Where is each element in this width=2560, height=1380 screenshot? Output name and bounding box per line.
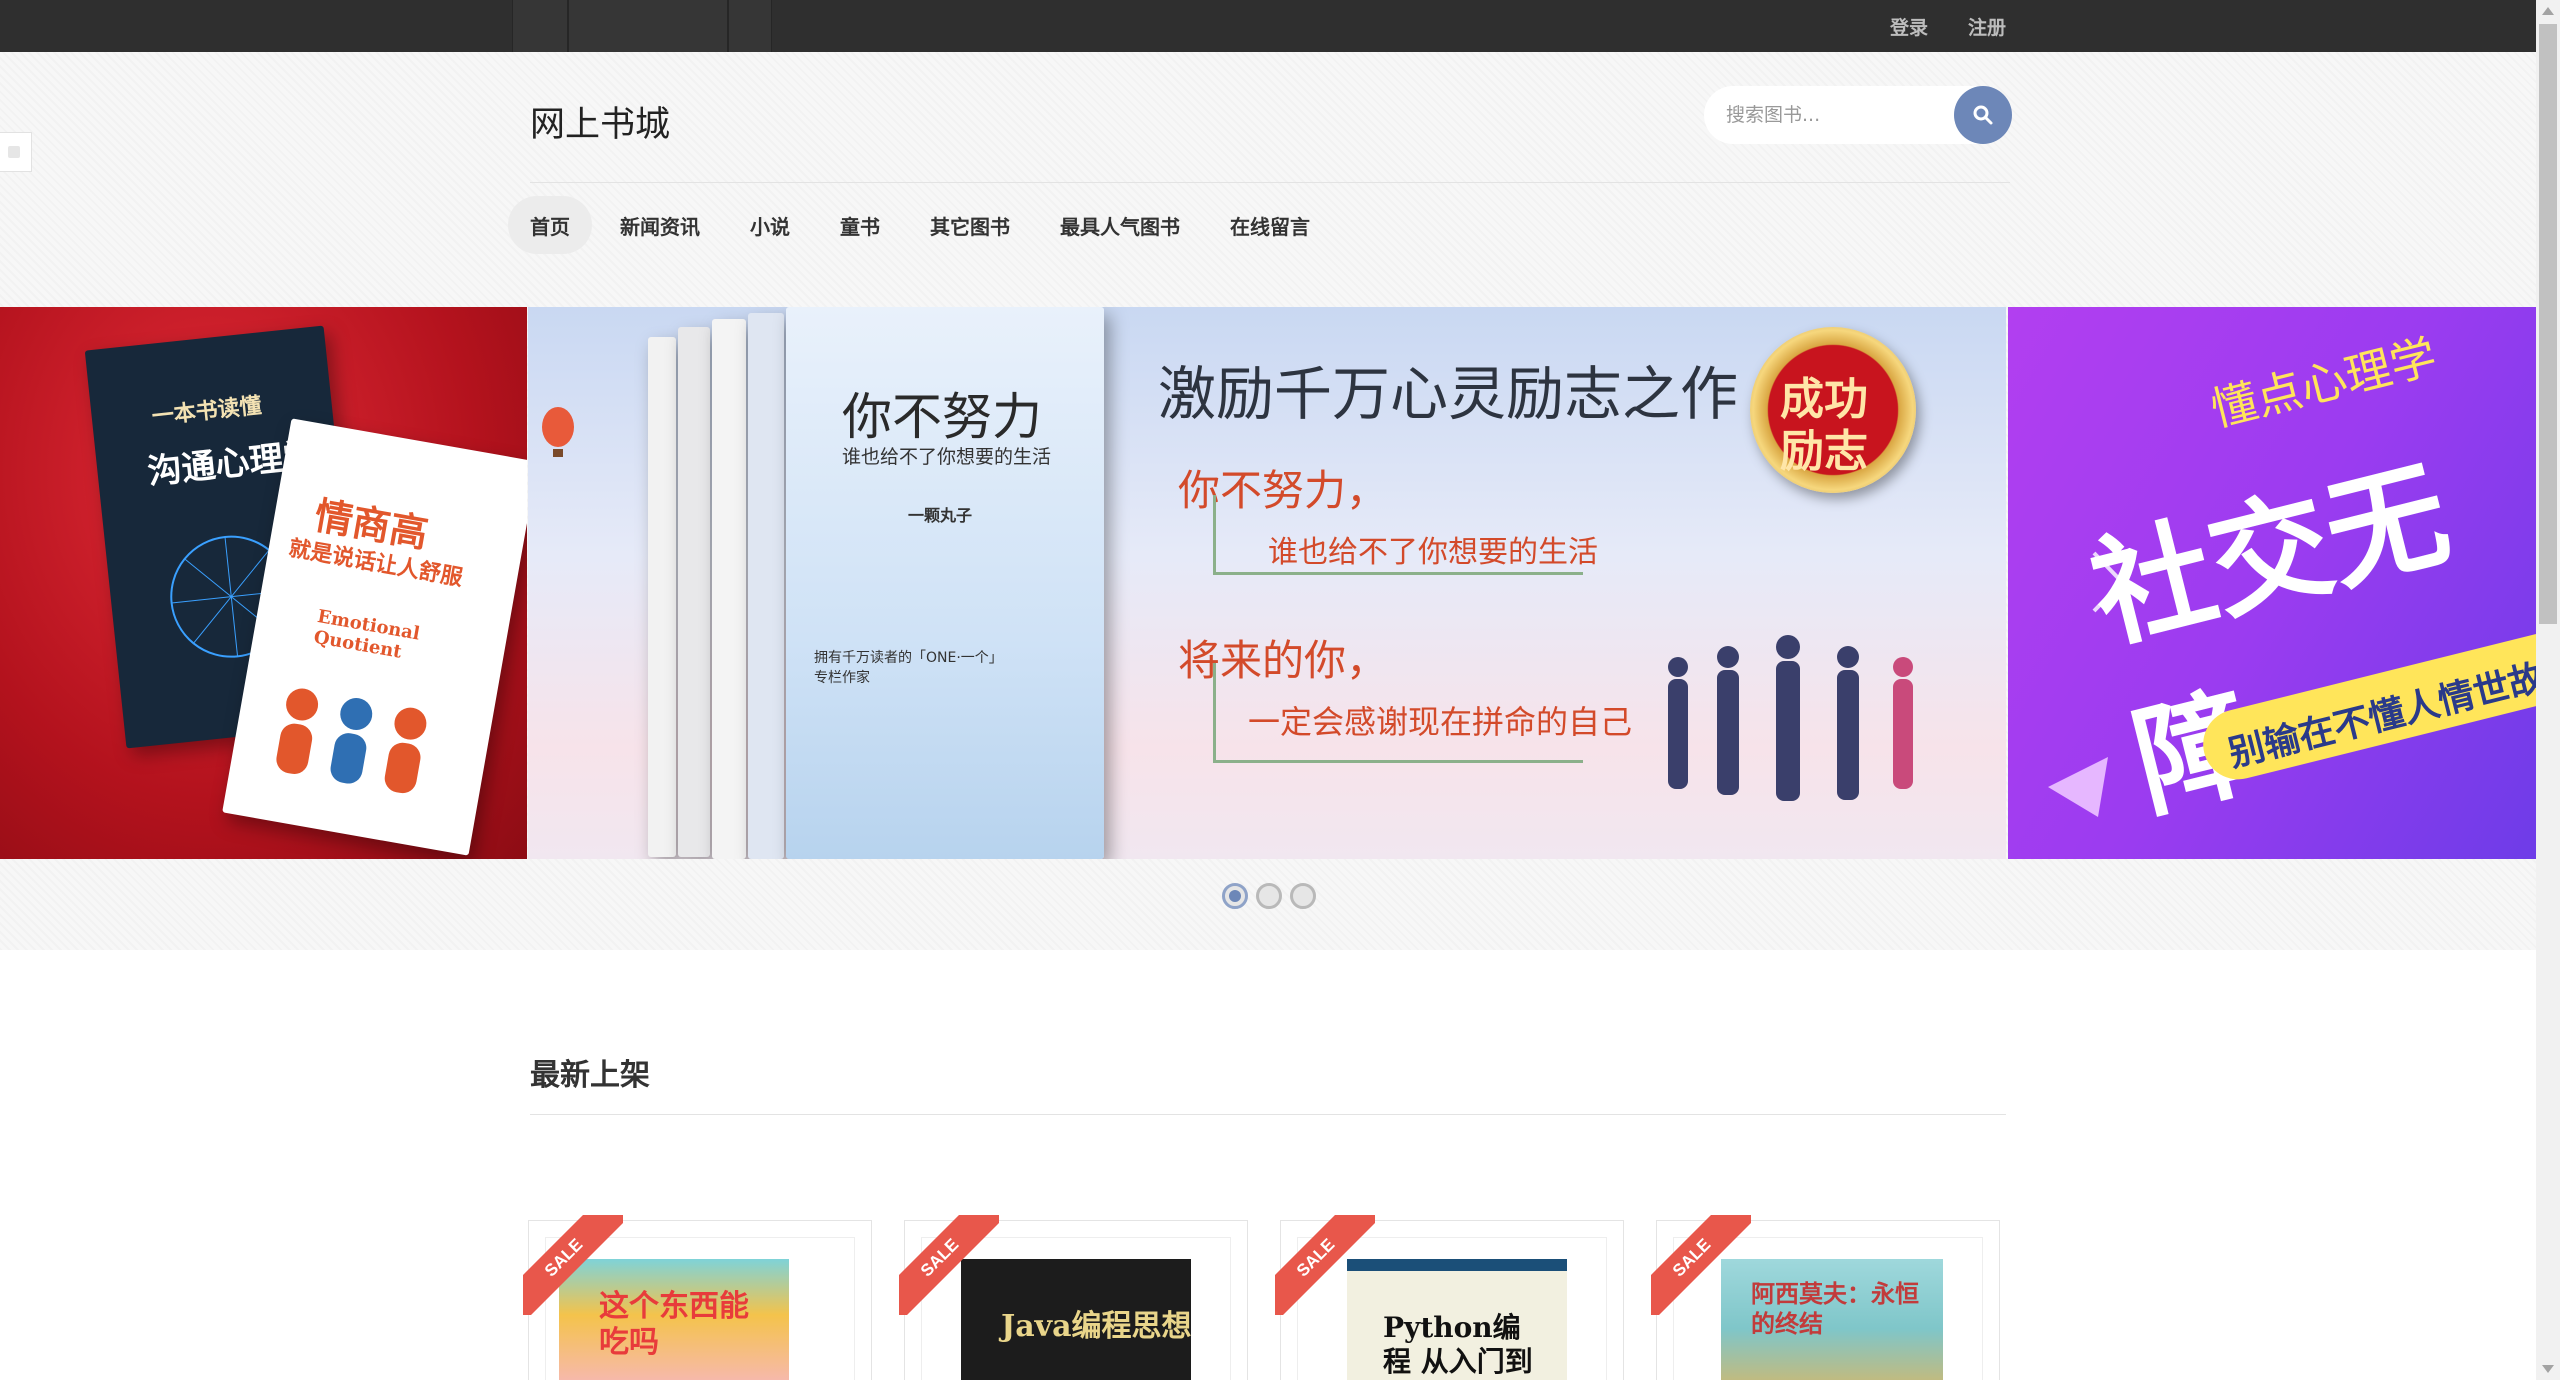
sale-ribbon: SALE	[899, 1215, 999, 1315]
sale-label: SALE	[1275, 1215, 1375, 1315]
sale-ribbon: SALE	[523, 1215, 623, 1315]
top-bar-tab	[568, 0, 728, 52]
book-spine	[712, 319, 746, 859]
book-author: 一颗丸子	[908, 506, 973, 525]
section-divider	[530, 1114, 2006, 1115]
nav-item-news[interactable]: 新闻资讯	[598, 196, 722, 254]
scroll-up-icon[interactable]	[2536, 2, 2560, 20]
success-badge: 成功 励志	[1750, 327, 1916, 493]
carousel-slide-previous[interactable]: 一本书读懂 沟通心理学 情商高 就是说话让人舒服 Emotional Quoti…	[0, 307, 527, 859]
main-nav: 首页 新闻资讯 小说 童书 其它图书 最具人气图书 在线留言	[508, 196, 1332, 254]
people-graphic	[276, 688, 427, 794]
banner-headline: 激励千万心灵励志之作	[1158, 360, 1739, 428]
search-button[interactable]	[1954, 86, 2012, 144]
book-tagline: 拥有千万读者的「ONE·一个」专栏作家	[814, 650, 1003, 686]
nav-item-childrens-books[interactable]: 童书	[818, 196, 902, 254]
search-icon	[1973, 105, 1993, 125]
section-title-latest: 最新上架	[530, 1058, 650, 1093]
book-title: Java编程思想	[1001, 1309, 1192, 1344]
product-card[interactable]: 阿西莫夫：永恒的终结 SALE	[1651, 1215, 2000, 1380]
vertical-scrollbar[interactable]	[2536, 0, 2560, 1380]
quote-1b: 谁也给不了你想要的生活	[1268, 535, 1598, 570]
banner-carousel: 一本书读懂 沟通心理学 情商高 就是说话让人舒服 Emotional Quoti…	[0, 307, 2536, 859]
search-box	[1704, 86, 2012, 144]
nav-item-popular-books[interactable]: 最具人气图书	[1038, 196, 1202, 254]
book-cover: 你不努力 谁也给不了你想要的生活 一颗丸子 拥有千万读者的「ONE·一个」专栏作…	[786, 307, 1104, 859]
product-card[interactable]: 这个东西能吃吗 SALE	[523, 1215, 872, 1380]
scroll-down-icon[interactable]	[2536, 1360, 2560, 1378]
next-arrow-icon[interactable]	[2088, 547, 2128, 617]
sale-label: SALE	[899, 1215, 999, 1315]
book-spine	[648, 337, 676, 857]
book-title: 你不努力	[842, 388, 1042, 446]
carousel-dot[interactable]	[1222, 883, 1248, 909]
login-link[interactable]: 登录	[1890, 13, 1928, 40]
book-title: Python编程 从入门到实践	[1383, 1311, 1533, 1380]
book-title: 这个东西能吃吗	[599, 1289, 749, 1360]
carousel-slide-active[interactable]: 你不努力 谁也给不了你想要的生活 一颗丸子 拥有千万读者的「ONE·一个」专栏作…	[528, 307, 2006, 859]
top-bar-tab	[728, 0, 772, 52]
nav-item-novels[interactable]: 小说	[728, 196, 812, 254]
nav-item-home[interactable]: 首页	[508, 196, 592, 254]
book-title: 阿西莫夫：永恒的终结	[1751, 1280, 1919, 1338]
book-spine	[748, 313, 784, 859]
book-subtitle: 谁也给不了你想要的生活	[842, 446, 1052, 468]
sale-ribbon: SALE	[1275, 1215, 1375, 1315]
balloon-icon	[542, 407, 574, 457]
carousel-dot[interactable]	[1290, 883, 1316, 909]
carousel-slide-next[interactable]: 懂点心理学 社交无障 别输在不懂人情世故	[2008, 307, 2536, 859]
book-cover: 阿西莫夫：永恒的终结	[1721, 1259, 1943, 1380]
scrollbar-thumb[interactable]	[2539, 24, 2557, 624]
product-card[interactable]: Java编程思想 SALE	[899, 1215, 1248, 1380]
book-spine	[678, 327, 710, 857]
sale-label: SALE	[523, 1215, 623, 1315]
quote-2b: 一定会感谢现在拼命的自己	[1248, 703, 1633, 741]
book-english-title: Emotional Quotient	[312, 606, 422, 663]
register-link[interactable]: 注册	[1968, 13, 2006, 40]
book-title: 一本书读懂	[150, 392, 263, 430]
top-bar-tab	[512, 0, 568, 52]
top-bar: 登录 注册	[0, 0, 2536, 52]
walking-people-graphic	[1668, 635, 1913, 801]
triangle-decoration	[2048, 757, 2108, 817]
nav-item-message-board[interactable]: 在线留言	[1208, 196, 1332, 254]
badge-line2: 励志	[1780, 426, 1868, 477]
side-toggle-handle[interactable]	[0, 132, 32, 172]
nav-item-other-books[interactable]: 其它图书	[908, 196, 1032, 254]
carousel-dot[interactable]	[1256, 883, 1282, 909]
site-title: 网上书城	[530, 105, 671, 145]
product-card[interactable]: Python编程 从入门到实践 SALE	[1275, 1215, 1624, 1380]
slide-line2: 社交无障	[2079, 444, 2463, 836]
sale-label: SALE	[1651, 1215, 1751, 1315]
sale-ribbon: SALE	[1651, 1215, 1751, 1315]
book-cover: Python编程 从入门到实践	[1347, 1259, 1567, 1380]
carousel-dots	[1222, 883, 1316, 909]
header-divider	[530, 182, 2010, 183]
search-input[interactable]	[1726, 100, 1936, 130]
